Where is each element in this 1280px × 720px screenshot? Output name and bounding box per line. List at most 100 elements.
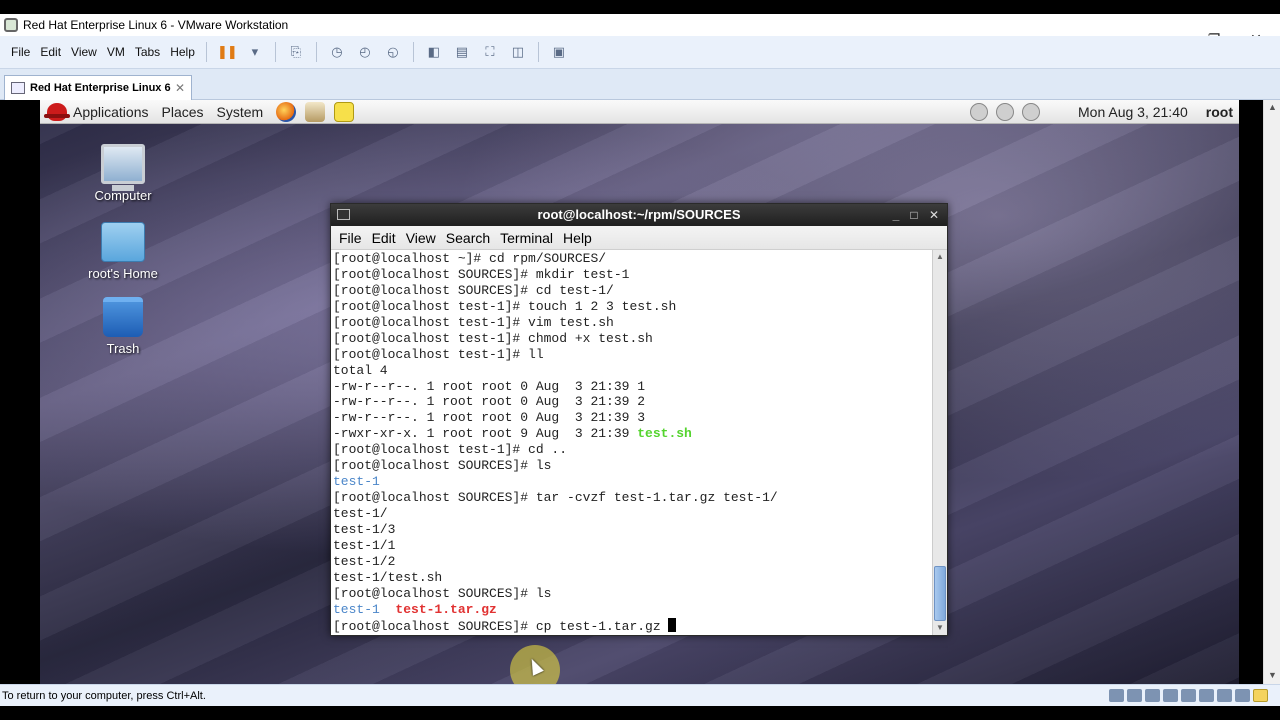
scroll-down-icon[interactable]: ▼ [1264,670,1280,680]
terminal-line: -rw-r--r--. 1 root root 0 Aug 3 21:39 1 [333,379,930,395]
terminal-line-text: [root@localhost SOURCES]# ls [333,585,552,601]
device-status-icons [1109,689,1268,702]
pause-icon[interactable]: ❚❚ [216,41,238,63]
terminal-line-text: [root@localhost SOURCES]# cp test-1.tar.… [333,618,669,634]
network-adapter-icon[interactable] [1145,689,1160,702]
sidebar-toggle-icon[interactable]: ◧ [423,41,445,63]
terminal-titlebar[interactable]: root@localhost:~/rpm/SOURCES _ □ ✕ [331,204,947,226]
scroll-down-icon[interactable]: ▼ [933,623,947,632]
full-screen-icon[interactable]: ⛶ [479,41,501,63]
window-title: Red Hat Enterprise Linux 6 - VMware Work… [23,18,289,32]
terminal-menu-file[interactable]: File [334,230,367,246]
menu-vm[interactable]: VM [102,45,130,59]
clock[interactable]: Mon Aug 3, 21:40 [1078,104,1188,120]
terminal-line: [root@localhost SOURCES]# tar -cvzf test… [333,490,930,506]
volume-icon[interactable] [996,103,1015,121]
mail-icon[interactable] [305,101,326,122]
terminal-window[interactable]: root@localhost:~/rpm/SOURCES _ □ ✕ File … [330,203,948,636]
minimize-icon[interactable]: _ [887,204,905,226]
terminal-line: -rw-r--r--. 1 root root 0 Aug 3 21:39 3 [333,410,930,426]
vm-tab-icon [11,82,25,94]
terminal-menu-search[interactable]: Search [441,230,495,246]
terminal-menu-view[interactable]: View [401,230,441,246]
terminal-line-text: [root@localhost test-1]# chmod +x test.s… [333,330,653,346]
terminal-line: test-1 [333,474,930,490]
gnome-top-panel: Applications Places System Mon Aug 3, 21… [40,100,1239,124]
host-vertical-scrollbar[interactable]: ▲ ▼ [1263,100,1280,684]
printer-icon[interactable] [1235,689,1250,702]
usb-icon[interactable] [1181,689,1196,702]
scroll-up-icon[interactable]: ▲ [933,252,947,261]
menu-system[interactable]: System [217,104,264,120]
thumbnail-bar-icon[interactable]: ▤ [451,41,473,63]
terminal-line-text: test-1/1 [333,537,396,553]
terminal-line: test-1/2 [333,554,930,570]
host-menubar: File Edit View VM Tabs Help ❚❚ ▾ ⎘ ◷ ◴ ◵… [0,36,1280,69]
menu-applications[interactable]: Applications [73,104,149,120]
menu-tabs[interactable]: Tabs [130,45,165,59]
terminal-icon [337,209,350,220]
dropdown-arrow-icon[interactable]: ▾ [244,41,266,63]
network-adapter-icon[interactable] [1163,689,1178,702]
guest-desktop: Applications Places System Mon Aug 3, 21… [40,100,1239,684]
desktop-icon-trash[interactable]: Trash [78,297,168,356]
toolbar-separator [205,42,207,62]
scroll-up-icon[interactable]: ▲ [1264,102,1280,112]
terminal-line: test-1/test.sh [333,570,930,586]
close-icon[interactable]: ✕ [925,204,943,226]
terminal-menu-edit[interactable]: Edit [367,230,401,246]
terminal-line: [root@localhost SOURCES]# mkdir test-1 [333,267,930,283]
terminal-menu-help[interactable]: Help [558,230,597,246]
menu-places[interactable]: Places [162,104,204,120]
terminal-line: [root@localhost ~]# cd rpm/SOURCES/ [333,251,930,267]
hdd-icon[interactable] [1109,689,1124,702]
menu-edit[interactable]: Edit [35,45,66,59]
terminal-line: [root@localhost test-1]# touch 1 2 3 tes… [333,299,930,315]
toolbar-separator [412,42,414,62]
redhat-icon[interactable] [44,102,70,121]
maximize-icon[interactable]: □ [905,204,923,226]
terminal-line: test-1/ [333,506,930,522]
tab-rhel6[interactable]: Red Hat Enterprise Linux 6 ✕ [4,75,192,100]
firefox-icon[interactable] [276,101,297,122]
revert-snapshot-icon[interactable]: ◴ [354,41,376,63]
terminal-scrollbar[interactable]: ▲ ▼ [932,250,947,635]
sound-icon[interactable] [1199,689,1214,702]
panel-tray: Mon Aug 3, 21:40 root [970,100,1239,124]
unity-icon[interactable]: ◫ [507,41,529,63]
host-statusbar: To return to your computer, press Ctrl+A… [0,684,1280,706]
tab-close-icon[interactable]: ✕ [175,81,185,95]
terminal-line: [root@localhost test-1]# chmod +x test.s… [333,331,930,347]
terminal-line: [root@localhost test-1]# cd .. [333,442,930,458]
display-icon[interactable] [1217,689,1232,702]
console-view-icon[interactable]: ▣ [548,41,570,63]
cdrom-icon[interactable] [1127,689,1142,702]
update-notifier-icon[interactable] [970,103,989,121]
terminal-menu-terminal[interactable]: Terminal [495,230,558,246]
terminal-line: [root@localhost SOURCES]# ls [333,458,930,474]
network-icon[interactable] [1022,103,1041,121]
user-menu[interactable]: root [1206,104,1233,120]
terminal-line: [root@localhost test-1]# vim test.sh [333,315,930,331]
terminal-output[interactable]: [root@localhost ~]# cd rpm/SOURCES/[root… [331,250,932,635]
terminal-line-text: [root@localhost SOURCES]# ls [333,458,552,474]
menu-view[interactable]: View [66,45,102,59]
desktop-icon-home[interactable]: root's Home [78,222,168,281]
snapshot-icon[interactable]: ◷ [326,41,348,63]
send-ctrl-alt-del-icon[interactable]: ⎘ [285,41,307,63]
terminal-line-text: -rw-r--r--. 1 root root 0 Aug 3 21:39 1 [333,378,646,394]
message-log-icon[interactable] [1253,689,1268,702]
menu-file[interactable]: File [6,45,35,59]
status-text: To return to your computer, press Ctrl+A… [2,689,206,702]
menu-help[interactable]: Help [165,45,200,59]
terminal-line-highlight: test-1.tar.gz [379,601,497,617]
scrollbar-thumb[interactable] [934,566,946,621]
snapshot-manager-icon[interactable]: ◵ [382,41,404,63]
tab-label: Red Hat Enterprise Linux 6 [30,82,171,94]
terminal-line: test-1/1 [333,538,930,554]
terminal-line-text: [root@localhost test-1]# cd .. [333,442,568,458]
desktop-icon-computer[interactable]: Computer [78,144,168,203]
terminal-line-text: [root@localhost SOURCES]# mkdir test-1 [333,266,630,282]
note-icon[interactable] [334,101,355,122]
letterbox-bottom [0,706,1280,720]
